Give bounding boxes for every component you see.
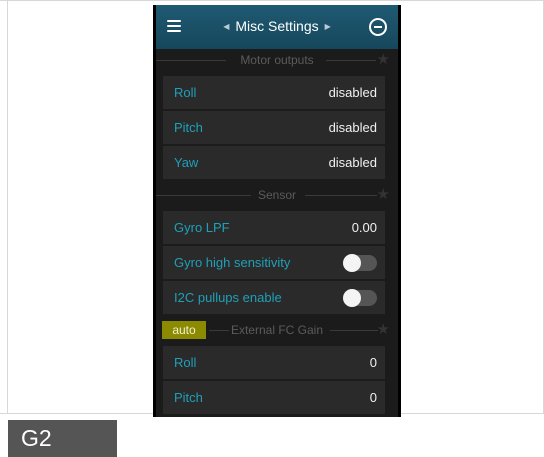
prev-page-icon[interactable]: ◀	[223, 22, 229, 31]
row-label: Pitch	[174, 390, 203, 405]
i2c-pullups-row[interactable]: I2C pullups enable	[163, 281, 385, 315]
section-title: External FC Gain	[230, 323, 324, 337]
favorite-star-icon[interactable]: ★	[377, 185, 390, 203]
row-label: I2C pullups enable	[174, 290, 282, 305]
favorite-star-icon[interactable]: ★	[377, 320, 390, 338]
gyro-lpf-row[interactable]: Gyro LPF 0.00	[163, 211, 385, 245]
gyro-high-sensitivity-toggle[interactable]	[343, 254, 377, 272]
top-bar: ◀ Misc Settings ▶	[156, 5, 398, 49]
row-value: 0.00	[351, 220, 377, 235]
page-title-wrap: ◀ Misc Settings ▶	[156, 18, 398, 34]
next-page-icon[interactable]: ▶	[325, 22, 331, 31]
row-label: Roll	[174, 355, 197, 370]
device-badge: G2	[8, 420, 117, 457]
frame-border-top	[0, 0, 544, 1]
phone-screen: ◀ Misc Settings ▶ Motor outputs ★ Roll dis…	[153, 5, 401, 417]
row-value: disabled	[328, 155, 377, 170]
row-value: 0	[369, 355, 377, 370]
back-circle-icon[interactable]	[369, 18, 387, 36]
section-sensor: Sensor ★	[156, 184, 398, 206]
frame-border-left	[7, 0, 8, 413]
row-label: Yaw	[174, 155, 199, 170]
section-motor-outputs: Motor outputs ★	[156, 49, 398, 71]
motor-output-roll-row[interactable]: Roll disabled	[163, 76, 385, 110]
section-external-fc-gain: auto External FC Gain ★	[156, 319, 398, 341]
row-label: Gyro LPF	[174, 220, 230, 235]
external-fc-gain-pitch-row[interactable]: Pitch 0	[163, 381, 385, 415]
row-value: disabled	[328, 85, 377, 100]
favorite-star-icon[interactable]: ★	[377, 50, 390, 68]
row-value: 0	[369, 390, 377, 405]
motor-output-yaw-row[interactable]: Yaw disabled	[163, 146, 385, 180]
motor-output-pitch-row[interactable]: Pitch disabled	[163, 111, 385, 145]
i2c-pullups-toggle[interactable]	[343, 289, 377, 307]
page-title: Misc Settings	[235, 18, 319, 34]
section-title: Motor outputs	[240, 53, 314, 67]
row-label: Pitch	[174, 120, 203, 135]
row-label: Roll	[174, 85, 197, 100]
section-title: Sensor	[257, 188, 297, 202]
external-fc-gain-roll-row[interactable]: Roll 0	[163, 346, 385, 380]
row-label: Gyro high sensitivity	[174, 255, 291, 270]
gyro-high-sensitivity-row[interactable]: Gyro high sensitivity	[163, 246, 385, 280]
row-value: disabled	[328, 120, 377, 135]
